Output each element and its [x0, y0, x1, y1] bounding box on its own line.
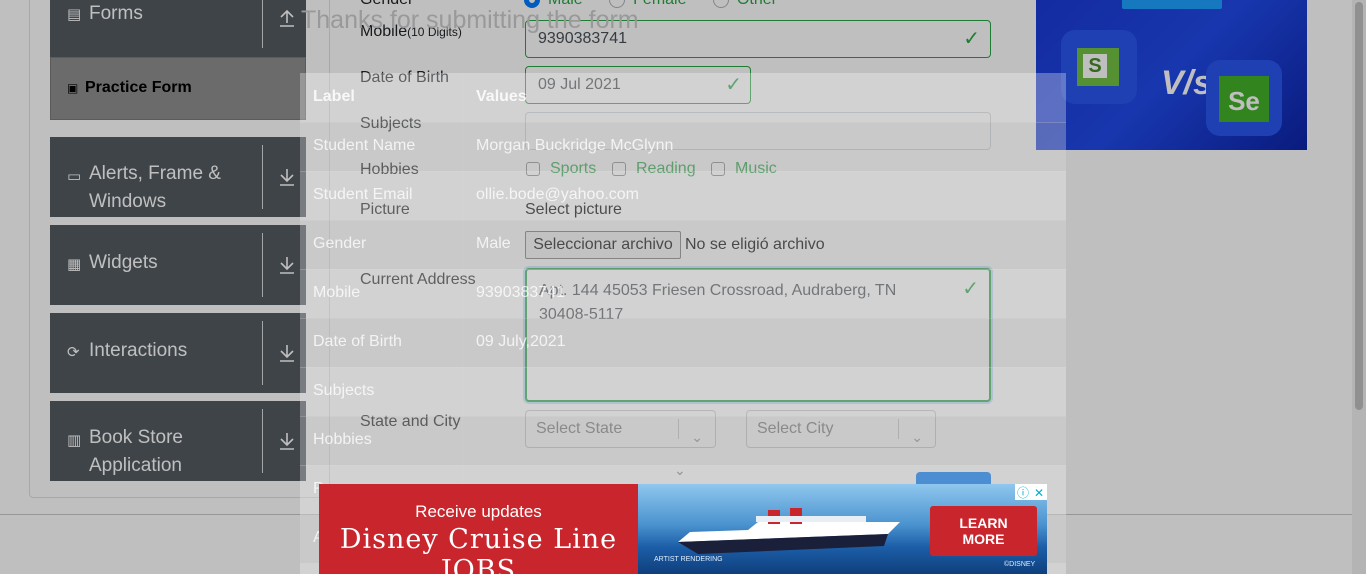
cta-line: MORE [962, 531, 1005, 547]
table-row: Student Email ollie.bode@yahoo.com [300, 171, 1066, 220]
table-row: Mobile 9390383741 [300, 269, 1066, 318]
table-row: Student Name Morgan Buckridge McGlynn [300, 122, 1066, 171]
table-row: Hobbies [300, 416, 1066, 465]
close-icon[interactable]: ✕ [1031, 486, 1047, 502]
table-row: Subjects [300, 367, 1066, 416]
modal-title: Thanks for submitting the form [301, 6, 639, 34]
row-label: Student Name [313, 137, 416, 154]
ad-fine-print: ARTIST RENDERING [654, 556, 723, 563]
ad-text-panel: Receive updates Disney Cruise Line JOBS [319, 484, 638, 574]
row-value: ollie.bode@yahoo.com [476, 186, 640, 203]
learn-more-button[interactable]: LEARN MORE [930, 506, 1037, 556]
row-label: Date of Birth [313, 333, 402, 350]
table-row: Gender Male [300, 220, 1066, 269]
ad-controls: ⓘ ✕ [1015, 484, 1047, 500]
row-label: Hobbies [313, 431, 372, 448]
ad-brand: Disney Cruise Line JOBS [339, 524, 618, 574]
col-values-header: Values [476, 88, 527, 105]
row-label: Gender [313, 235, 367, 252]
row-value: Male [476, 235, 511, 252]
row-value: 9390383741 [476, 284, 565, 301]
table-row: Date of Birth 09 July,2021 [300, 318, 1066, 367]
row-label: Mobile [313, 284, 361, 301]
ad-fine-print: ©DISNEY [1004, 561, 1036, 568]
row-label: Student Email [313, 186, 413, 203]
ad-banner-bottom[interactable]: Receive updates Disney Cruise Line JOBS … [319, 484, 1047, 574]
row-value: 09 July,2021 [476, 333, 566, 350]
col-label-header: Label [313, 88, 355, 105]
ad-headline: Receive updates [415, 502, 542, 521]
cta-line: LEARN [959, 515, 1008, 531]
row-value: Morgan Buckridge McGlynn [476, 137, 674, 154]
row-label: Subjects [313, 382, 375, 399]
ad-info-icon[interactable]: ⓘ [1015, 486, 1031, 502]
